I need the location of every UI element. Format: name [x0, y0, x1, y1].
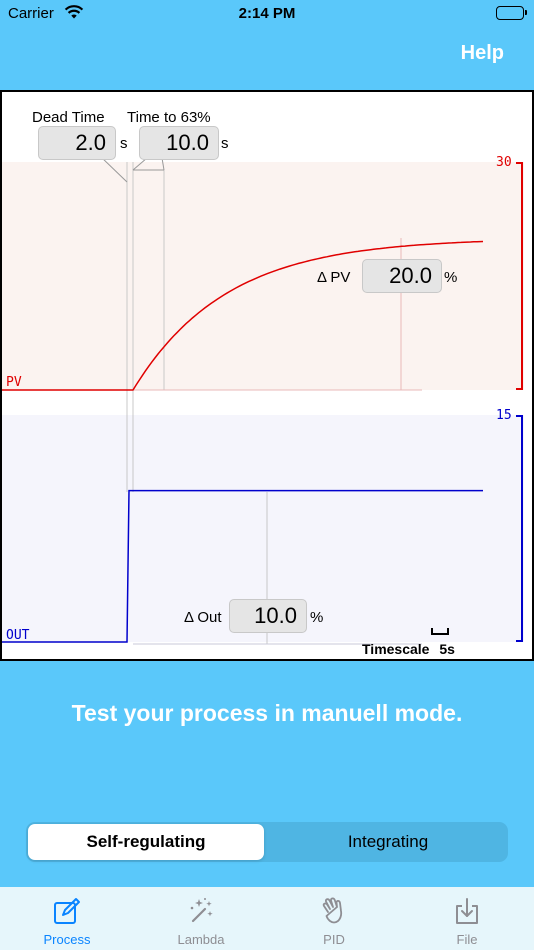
delta-out-unit: %: [310, 609, 324, 626]
tab-process-label: Process: [43, 932, 91, 947]
tab-lambda-label: Lambda: [177, 932, 225, 947]
pencil-square-icon: [53, 897, 81, 925]
hand-wave-icon: [320, 897, 348, 925]
dead-time-field[interactable]: 2.0: [38, 126, 116, 160]
tab-lambda[interactable]: Lambda: [134, 887, 268, 950]
dead-time-label: Dead Time: [32, 109, 105, 126]
pv-max-label: 30: [496, 155, 512, 170]
pv-axis-label: PV: [6, 375, 22, 390]
tab-file[interactable]: File: [400, 887, 534, 950]
out-axis-label: OUT: [6, 628, 30, 643]
battery-icon: [496, 6, 527, 20]
time-to-63-label: Time to 63%: [127, 109, 211, 126]
status-bar: Carrier 2:14 PM: [0, 0, 534, 30]
help-button[interactable]: Help: [461, 42, 504, 65]
time-to-63-field[interactable]: 10.0: [139, 126, 219, 160]
timescale-label: Timescale: [362, 641, 430, 657]
delta-pv-unit: %: [444, 269, 458, 286]
delta-out-label: Δ Out: [184, 609, 222, 626]
delta-out-field[interactable]: 10.0: [229, 599, 307, 633]
tab-pid[interactable]: PID: [267, 887, 401, 950]
download-tray-icon: [453, 897, 481, 925]
tab-bar: Process Lambda PID File: [0, 887, 534, 950]
tab-file-label: File: [456, 932, 478, 947]
process-chart: Dead Time 2.0 s Time to 63% 10.0 s Δ PV …: [0, 90, 534, 661]
instruction-message: Test your process in manuell mode.: [71, 700, 463, 726]
tab-pid-label: PID: [323, 932, 345, 947]
time-to-63-unit: s: [221, 135, 229, 152]
process-type-selector: Self-regulating Integrating: [26, 822, 508, 862]
segment-integrating[interactable]: Integrating: [270, 824, 506, 860]
clock: 2:14 PM: [238, 5, 296, 22]
out-max-label: 15: [496, 408, 512, 423]
timescale-indicator: Timescale 5s: [362, 641, 455, 657]
delta-pv-field[interactable]: 20.0: [362, 259, 442, 293]
dead-time-unit: s: [120, 135, 128, 152]
magic-wand-icon: [187, 897, 215, 925]
delta-pv-label: Δ PV: [317, 269, 351, 286]
chart-svg: [2, 155, 524, 645]
timescale-value: 5s: [439, 641, 455, 657]
segment-self-regulating[interactable]: Self-regulating: [28, 824, 264, 860]
tab-process[interactable]: Process: [0, 887, 134, 950]
